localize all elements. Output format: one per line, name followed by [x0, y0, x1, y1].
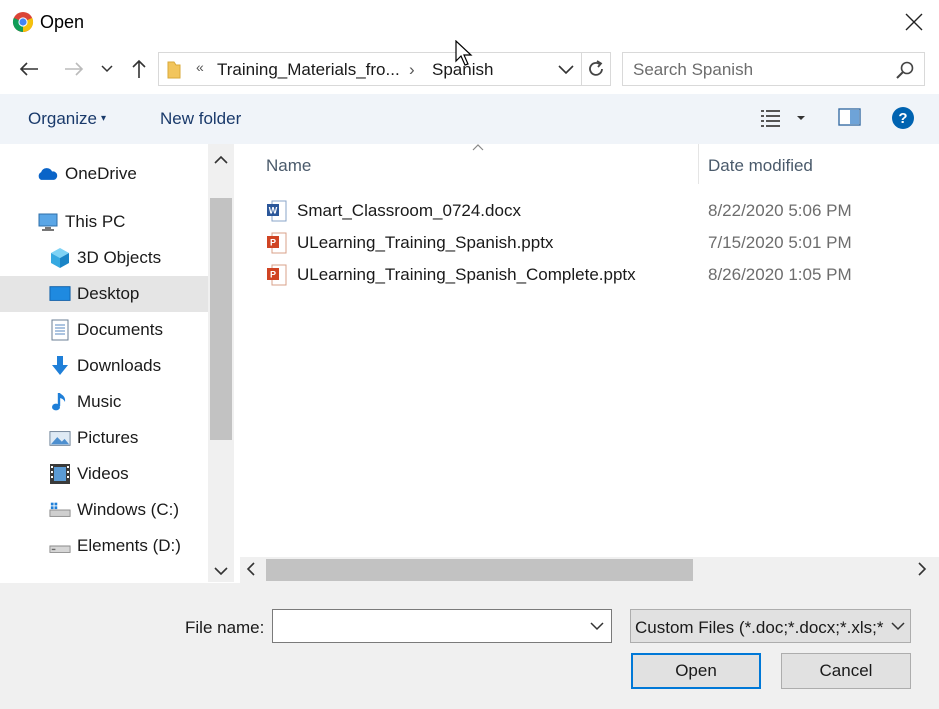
music-icon	[49, 391, 71, 413]
scroll-left-icon[interactable]	[246, 561, 256, 581]
pictures-icon	[49, 427, 71, 449]
file-name-label: File name:	[185, 618, 265, 637]
file-row[interactable]: W Smart_Classroom_0724.docx 8/22/2020 5:…	[264, 197, 904, 225]
sidebar-item-label: Elements (D:)	[77, 536, 181, 555]
scrollbar-thumb[interactable]	[266, 559, 693, 581]
mouse-pointer-icon	[455, 39, 475, 73]
file-list-horizontal-scrollbar[interactable]	[240, 557, 939, 583]
address-bar[interactable]: « Training_Materials_fro... › Spanish	[158, 52, 582, 86]
sidebar-item-pictures[interactable]: Pictures	[0, 420, 208, 456]
command-bar: Organize ▾ New folder ?	[0, 94, 939, 144]
column-header-name[interactable]: Name	[266, 156, 311, 176]
file-date: 7/15/2020 5:01 PM	[708, 233, 852, 252]
sidebar-item-windows-c[interactable]: Windows (C:)	[0, 492, 208, 528]
help-icon[interactable]: ?	[891, 106, 915, 135]
sidebar-item-elements-d[interactable]: Elements (D:)	[0, 528, 208, 564]
chrome-icon	[12, 11, 34, 33]
file-row[interactable]: P ULearning_Training_Spanish_Complete.pp…	[264, 261, 904, 289]
refresh-icon[interactable]	[582, 52, 611, 86]
file-row[interactable]: P ULearning_Training_Spanish.pptx 7/15/2…	[264, 229, 904, 257]
sidebar-item-label: Downloads	[77, 356, 162, 375]
svg-text:P: P	[270, 238, 276, 248]
sidebar-item-onedrive[interactable]: OneDrive	[0, 156, 208, 192]
dialog-footer	[0, 583, 939, 709]
videos-icon	[49, 463, 71, 485]
new-folder-button[interactable]: New folder	[160, 109, 241, 129]
breadcrumb-parent[interactable]: Training_Materials_fro...	[217, 60, 400, 80]
powerpoint-document-icon: P	[267, 232, 287, 254]
word-document-icon: W	[267, 200, 287, 222]
filter-dropdown-icon[interactable]	[890, 618, 906, 639]
this-pc-icon	[37, 211, 59, 233]
3d-objects-icon	[49, 247, 71, 269]
window-title: Open	[40, 12, 85, 32]
svg-text:P: P	[270, 270, 276, 280]
scroll-right-icon[interactable]	[917, 561, 927, 581]
file-type-filter-value: Custom Files (*.doc;*.docx;*.xls;*.xlsx;…	[635, 618, 885, 637]
back-arrow-icon[interactable]	[16, 56, 42, 82]
documents-icon	[49, 319, 71, 341]
svg-text:W: W	[269, 206, 278, 216]
sidebar-item-label: 3D Objects	[77, 248, 162, 267]
onedrive-icon	[36, 163, 58, 185]
column-header-date-modified[interactable]: Date modified	[708, 156, 813, 176]
sidebar-item-downloads[interactable]: Downloads	[0, 348, 208, 384]
file-type-filter[interactable]: Custom Files (*.doc;*.docx;*.xls;*.xlsx;…	[630, 609, 911, 643]
drive-c-icon	[49, 499, 71, 521]
sidebar-item-label: OneDrive	[65, 164, 137, 183]
drive-d-icon	[49, 535, 71, 557]
search-input[interactable]: Search Spanish	[622, 52, 925, 86]
sidebar-item-videos[interactable]: Videos	[0, 456, 208, 492]
cancel-button[interactable]: Cancel	[781, 653, 911, 689]
downloads-icon	[49, 355, 71, 377]
navigation-pane: OneDrive This PC 3D Objects Desktop Docu…	[0, 144, 234, 582]
file-name: ULearning_Training_Spanish.pptx	[297, 233, 554, 252]
scroll-up-icon[interactable]	[214, 150, 228, 170]
sort-ascending-icon	[471, 141, 485, 155]
file-name-dropdown-icon[interactable]	[589, 618, 605, 639]
sidebar-item-documents[interactable]: Documents	[0, 312, 208, 348]
folder-icon	[166, 60, 182, 85]
file-name: Smart_Classroom_0724.docx	[297, 201, 521, 220]
sidebar-scrollbar[interactable]	[208, 144, 234, 582]
file-date: 8/26/2020 1:05 PM	[708, 265, 852, 284]
chevron-down-icon[interactable]	[96, 56, 118, 82]
search-icon[interactable]	[895, 60, 915, 85]
preview-pane-icon[interactable]	[838, 107, 862, 132]
column-divider[interactable]	[698, 144, 699, 184]
powerpoint-document-icon: P	[267, 264, 287, 286]
scroll-down-icon[interactable]	[214, 561, 228, 581]
svg-text:?: ?	[898, 110, 907, 127]
sidebar-item-this-pc[interactable]: This PC	[0, 204, 208, 240]
sidebar-item-label: Videos	[77, 464, 129, 483]
sidebar-item-label: Documents	[77, 320, 163, 339]
search-placeholder: Search Spanish	[633, 60, 754, 79]
file-name-input[interactable]	[272, 609, 612, 643]
sidebar-item-music[interactable]: Music	[0, 384, 208, 420]
details-view-icon[interactable]	[760, 107, 808, 134]
file-name: ULearning_Training_Spanish_Complete.pptx	[297, 265, 636, 284]
organize-arrow-icon: ▾	[100, 113, 107, 124]
scrollbar-thumb[interactable]	[210, 198, 232, 440]
close-icon[interactable]	[900, 8, 928, 36]
forward-arrow-icon[interactable]	[61, 56, 87, 82]
title-bar: Open	[0, 0, 939, 44]
desktop-icon	[49, 283, 71, 305]
sidebar-item-label: Windows (C:)	[77, 500, 180, 519]
sidebar-item-3d-objects[interactable]: 3D Objects	[0, 240, 208, 276]
sidebar-item-label: This PC	[65, 212, 126, 231]
file-date: 8/22/2020 5:06 PM	[708, 201, 852, 220]
sidebar-item-label: Desktop	[77, 284, 140, 303]
organize-label: Organize	[28, 109, 97, 128]
up-arrow-icon[interactable]	[126, 56, 152, 82]
breadcrumb-separator[interactable]: ›	[409, 60, 415, 80]
open-button[interactable]: Open	[631, 653, 761, 689]
overflow-breadcrumb[interactable]: «	[196, 59, 204, 75]
sidebar-item-desktop[interactable]: Desktop	[0, 276, 208, 312]
sidebar-item-label: Pictures	[77, 428, 139, 447]
address-dropdown-icon[interactable]	[557, 59, 575, 84]
file-list: Name Date modified W Smart_Classroom_072…	[240, 144, 939, 557]
organize-button[interactable]: Organize ▾	[28, 109, 106, 129]
sidebar-item-label: Music	[77, 392, 122, 411]
